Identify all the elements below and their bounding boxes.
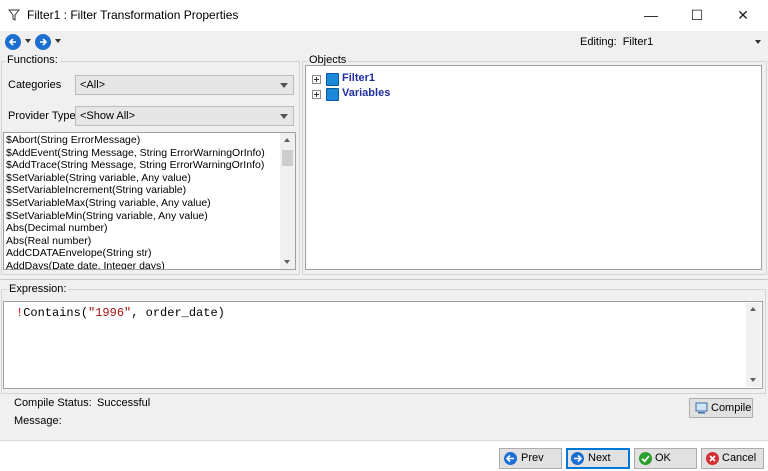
- editing-label: Editing:: [580, 36, 617, 48]
- list-item[interactable]: AddCDATAEnvelope(String str): [6, 247, 152, 260]
- expand-icon[interactable]: [312, 75, 321, 84]
- panel-splitter[interactable]: [0, 279, 768, 280]
- list-item[interactable]: Abs(Real number): [6, 235, 91, 248]
- minimize-button[interactable]: —: [628, 0, 674, 31]
- expression-scrollbar[interactable]: [746, 303, 761, 387]
- compile-status-value: Successful: [97, 397, 151, 409]
- prev-button[interactable]: Prev: [499, 448, 562, 469]
- window-title: Filter1 : Filter Transformation Properti…: [27, 8, 239, 22]
- expand-icon[interactable]: [312, 90, 321, 99]
- compile-status-label: Compile Status:: [14, 397, 92, 409]
- provider-type-label: Provider Type: [8, 110, 76, 122]
- compile-button[interactable]: Compile: [689, 398, 753, 418]
- close-button[interactable]: ✕: [720, 0, 766, 31]
- object-cube-icon: [326, 88, 339, 101]
- message-label: Message:: [14, 415, 62, 427]
- categories-label: Categories: [8, 79, 62, 91]
- functions-list[interactable]: $Abort(String ErrorMessage) $AddEvent(St…: [3, 132, 296, 270]
- functions-scrollbar[interactable]: [280, 133, 295, 269]
- next-button[interactable]: Next: [566, 448, 630, 469]
- expression-args: , order_date): [131, 306, 225, 320]
- categories-value: <All>: [80, 79, 106, 91]
- scroll-thumb[interactable]: [282, 150, 293, 166]
- list-item[interactable]: AddDays(Date date, Integer days): [6, 260, 165, 269]
- scroll-up-icon[interactable]: [284, 138, 290, 142]
- editing-value: Filter1: [622, 36, 654, 48]
- list-item[interactable]: $AddTrace(String Message, String ErrorWa…: [6, 159, 264, 172]
- expression-editor[interactable]: !Contains("1996", order_date): [3, 301, 763, 389]
- expression-text[interactable]: !Contains("1996", order_date): [16, 306, 225, 320]
- filter-icon: [8, 9, 20, 21]
- title-bar: Filter1 : Filter Transformation Properti…: [0, 0, 768, 31]
- compile-icon: [695, 402, 708, 414]
- list-item[interactable]: $SetVariableMax(String variable, Any val…: [6, 197, 211, 210]
- forward-button[interactable]: [35, 34, 51, 50]
- ok-button[interactable]: OK: [634, 448, 697, 469]
- scroll-down-icon[interactable]: [750, 378, 756, 382]
- back-dropdown-icon[interactable]: [25, 39, 31, 43]
- checkmark-icon: [639, 452, 652, 465]
- functions-group-label: Functions:: [5, 54, 60, 66]
- list-item[interactable]: $AddEvent(String Message, String ErrorWa…: [6, 147, 265, 160]
- list-item[interactable]: $SetVariable(String variable, Any value): [6, 172, 191, 185]
- list-item[interactable]: $SetVariableIncrement(String variable): [6, 184, 186, 197]
- object-cube-icon: [326, 73, 339, 86]
- tree-node-label: Variables: [342, 87, 391, 99]
- expression-label: Expression:: [7, 283, 69, 295]
- cancel-button[interactable]: Cancel: [701, 448, 764, 469]
- list-item[interactable]: $Abort(String ErrorMessage): [6, 134, 140, 147]
- scroll-down-icon[interactable]: [284, 260, 290, 264]
- arrow-right-icon: [571, 452, 584, 465]
- maximize-button[interactable]: ☐: [674, 0, 720, 31]
- expression-string: "1996": [88, 306, 132, 320]
- categories-select[interactable]: <All>: [75, 75, 294, 95]
- forward-dropdown-icon[interactable]: [55, 39, 61, 43]
- compile-button-label: Compile: [711, 402, 752, 414]
- editing-indicator: Editing: Filter1: [580, 36, 653, 48]
- cancel-button-label: Cancel: [722, 452, 757, 464]
- tree-node-label: Filter1: [342, 72, 376, 84]
- list-item[interactable]: Abs(Decimal number): [6, 222, 108, 235]
- arrow-left-icon: [8, 38, 16, 46]
- objects-tree[interactable]: Filter1 Variables: [305, 65, 762, 270]
- toolbar: Editing: Filter1: [0, 31, 768, 53]
- expression-function: Contains(: [23, 306, 89, 320]
- arrow-right-icon: [40, 38, 48, 46]
- chevron-down-icon: [280, 83, 288, 88]
- editing-dropdown-icon[interactable]: [755, 40, 761, 44]
- scroll-up-icon[interactable]: [750, 307, 756, 311]
- prev-button-label: Prev: [521, 452, 544, 464]
- chevron-down-icon: [280, 114, 288, 119]
- back-button[interactable]: [5, 34, 21, 50]
- list-item[interactable]: $SetVariableMin(String variable, Any val…: [6, 210, 208, 223]
- arrow-left-icon: [504, 452, 517, 465]
- cancel-x-icon: [706, 452, 719, 465]
- ok-button-label: OK: [655, 452, 671, 464]
- next-button-label: Next: [588, 452, 611, 464]
- provider-type-value: <Show All>: [80, 110, 136, 122]
- provider-type-select[interactable]: <Show All>: [75, 106, 294, 126]
